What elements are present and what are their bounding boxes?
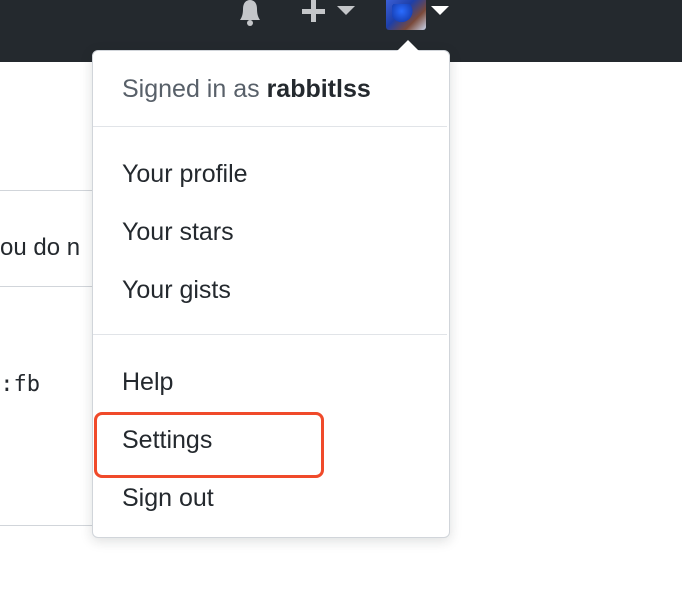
menu-item-your-stars[interactable]: Your stars bbox=[122, 218, 234, 247]
bell-icon[interactable] bbox=[234, 0, 266, 26]
signed-in-label: Signed in as rabbitlss bbox=[122, 75, 371, 104]
bg-text-fragment: ou do n bbox=[0, 234, 81, 261]
avatar-chevron-down-icon[interactable] bbox=[431, 6, 449, 16]
signed-in-prefix: Signed in as bbox=[122, 75, 260, 103]
username: rabbitlss bbox=[266, 75, 371, 103]
menu-divider bbox=[93, 334, 447, 335]
bg-divider bbox=[0, 286, 100, 287]
menu-item-your-profile[interactable]: Your profile bbox=[122, 160, 248, 189]
menu-pointer bbox=[397, 40, 419, 51]
chevron-down-icon[interactable] bbox=[337, 6, 355, 16]
bg-divider bbox=[0, 190, 100, 191]
settings-highlight-box bbox=[94, 412, 324, 478]
menu-item-sign-out[interactable]: Sign out bbox=[122, 484, 214, 513]
menu-divider bbox=[93, 126, 447, 127]
plus-icon[interactable] bbox=[300, 0, 328, 24]
menu-item-your-gists[interactable]: Your gists bbox=[122, 276, 231, 305]
avatar[interactable] bbox=[386, 0, 426, 30]
menu-item-help[interactable]: Help bbox=[122, 368, 173, 397]
bg-divider bbox=[0, 525, 100, 526]
bg-code-fragment: o:fb bbox=[0, 372, 40, 397]
